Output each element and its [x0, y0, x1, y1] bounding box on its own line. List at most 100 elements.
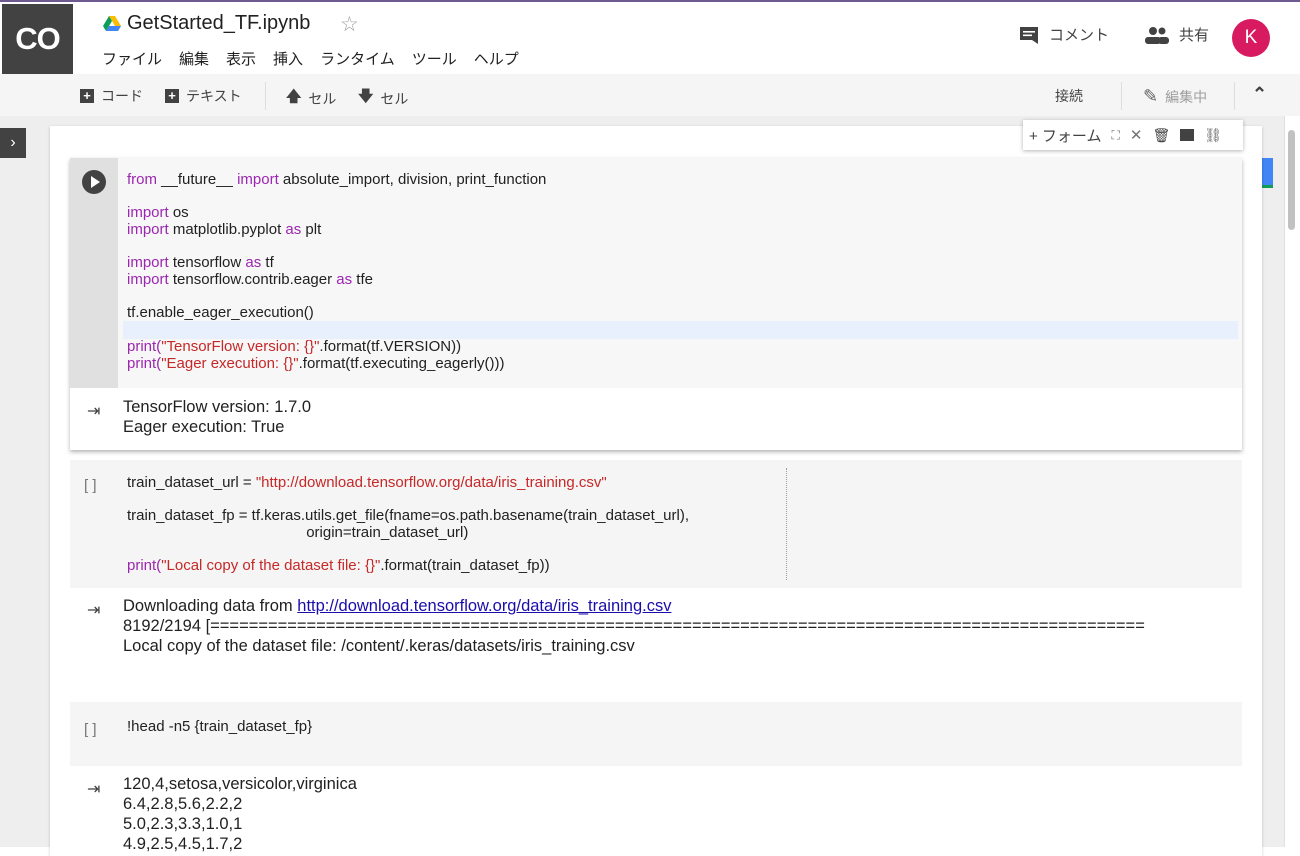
connect-label: 接続: [1055, 88, 1083, 104]
code-string: "Eager execution: {}": [161, 355, 299, 372]
code-line: import os: [127, 204, 189, 221]
dataset-link[interactable]: http://download.tensorflow.org/data/iris…: [297, 597, 671, 615]
toolbar-divider: [1234, 82, 1235, 110]
code-keyword: as: [336, 271, 357, 288]
drive-icon[interactable]: [103, 16, 121, 32]
comment-icon: [1020, 26, 1038, 44]
trash-icon[interactable]: 🗑: [1152, 127, 1170, 144]
people-icon: [1145, 26, 1169, 44]
code-keyword: import: [127, 271, 173, 288]
code-cell-1[interactable]: from __future__ import absolute_import, …: [70, 158, 1242, 450]
code-text: os: [172, 204, 189, 221]
code-line: train_dataset_fp = tf.keras.utils.get_fi…: [127, 507, 689, 524]
notebook-area: › + フォーム ⛶ ✕ 🗑 ⛓ from __future__ import …: [0, 116, 1300, 856]
code-keyword: import: [127, 204, 173, 221]
menu-insert[interactable]: 挿入: [273, 48, 303, 69]
move-cell-up-button[interactable]: 🡅 セル: [286, 86, 336, 111]
pencil-icon: ✎: [1143, 86, 1159, 106]
code-text: tf.enable_eager_execution(): [127, 304, 314, 321]
code-keyword: import: [127, 221, 173, 238]
add-text-label: テキスト: [186, 88, 242, 104]
code-string: "http://download.tensorflow.org/data/iri…: [255, 474, 607, 491]
comment-label: コメント: [1049, 27, 1110, 44]
plus-box-icon: +: [80, 89, 94, 103]
code-string: "TensorFlow version: {}": [161, 338, 320, 355]
menu-tools[interactable]: ツール: [412, 48, 457, 69]
code-line: from __future__ import absolute_import, …: [127, 171, 546, 188]
header: CO GetStarted_TF.ipynb ☆ ファイル 編集 表示 挿入 ラ…: [0, 2, 1300, 74]
code-string: "Local copy of the dataset file: {}": [161, 557, 381, 574]
code-line: import matplotlib.pyplot as plt: [127, 221, 321, 238]
chevron-up-icon[interactable]: ⌃: [1252, 84, 1267, 105]
plus-box-icon: +: [165, 89, 179, 103]
progress-line: 8192/2194 [=============================…: [123, 617, 1145, 635]
code-keyword: as: [285, 221, 306, 238]
run-button[interactable]: [82, 170, 106, 194]
code-keyword: print(: [127, 355, 162, 372]
editing-status[interactable]: ✎ 編集中: [1143, 86, 1207, 107]
code-line: import tensorflow as tf: [127, 254, 274, 271]
cell-output: TensorFlow version: 1.7.0 Eager executio…: [123, 398, 312, 436]
code-text: tensorflow.contrib.eager: [172, 271, 337, 288]
connect-button[interactable]: 接続: [1055, 86, 1083, 106]
scrollbar-thumb[interactable]: [1288, 130, 1295, 230]
code-keyword: import: [127, 254, 173, 271]
toolbar-divider: [1121, 82, 1122, 110]
current-line-highlight: [123, 321, 1238, 339]
code-text: tfe: [356, 271, 373, 288]
code-text: matplotlib.pyplot: [172, 221, 286, 238]
code-cell-3[interactable]: [ ] !head -n5 {train_dataset_fp}: [70, 702, 1242, 766]
menu-bar: ファイル 編集 表示 挿入 ランタイム ツール ヘルプ: [102, 48, 536, 69]
comment-button[interactable]: コメント: [1019, 24, 1109, 45]
code-line: !head -n5 {train_dataset_fp}: [127, 718, 313, 735]
code-keyword: print(: [127, 557, 162, 574]
code-line: train_dataset_url = "http://download.ten…: [127, 474, 607, 491]
code-cell-2[interactable]: [ ] train_dataset_url = "http://download…: [70, 460, 1242, 588]
output-icon: ⇥: [87, 602, 101, 619]
add-text-button[interactable]: + テキスト: [165, 86, 242, 106]
cell-bracket[interactable]: [ ]: [84, 477, 97, 494]
comment-icon[interactable]: [1180, 129, 1195, 141]
code-text: __future__: [161, 171, 238, 188]
cell-2-output: Downloading data from http://download.te…: [123, 596, 1243, 666]
ruler-line: [786, 468, 787, 580]
menu-file[interactable]: ファイル: [102, 48, 162, 69]
code-text: .format(tf.VERSION)): [319, 338, 462, 355]
share-label: 共有: [1179, 27, 1210, 44]
code-line: print("Local copy of the dataset file: {…: [127, 557, 550, 574]
download-line: Downloading data from http://download.te…: [123, 596, 671, 616]
link-icon[interactable]: ⛓: [1204, 127, 1222, 144]
colab-logo[interactable]: CO: [2, 4, 73, 74]
editing-label: 編集中: [1165, 88, 1208, 105]
menu-edit[interactable]: 編集: [179, 48, 209, 69]
add-form-button[interactable]: + フォーム: [1029, 125, 1101, 146]
play-icon: [91, 176, 100, 188]
code-text: tensorflow: [172, 254, 246, 271]
code-text: train_dataset_url =: [127, 474, 256, 491]
code-text: absolute_import, division, print_functio…: [282, 171, 547, 188]
move-cell-down-button[interactable]: 🡇 セル: [358, 86, 408, 111]
code-line: tf.enable_eager_execution(): [127, 304, 314, 321]
cell-toolbar: + フォーム ⛶ ✕ 🗑 ⛓: [1023, 120, 1243, 150]
code-keyword: print(: [127, 338, 162, 355]
close-icon[interactable]: ✕: [1130, 126, 1143, 144]
menu-view[interactable]: 表示: [226, 48, 256, 69]
menu-help[interactable]: ヘルプ: [474, 48, 519, 69]
arrow-up-icon: 🡅: [286, 88, 302, 105]
add-code-button[interactable]: + コード: [80, 86, 143, 106]
share-button[interactable]: 共有: [1145, 24, 1209, 45]
menu-runtime[interactable]: ランタイム: [320, 48, 395, 69]
avatar[interactable]: K: [1232, 19, 1270, 57]
cell-gutter: [70, 158, 118, 388]
code-text: tf: [265, 254, 274, 271]
sidebar-toggle-icon[interactable]: ›: [0, 128, 26, 158]
toolbar: + コード + テキスト 🡅 セル 🡇 セル 接続 ✎ 編集中 ⌃: [0, 74, 1300, 116]
star-icon[interactable]: ☆: [340, 12, 359, 37]
output-icon: ⇥: [87, 403, 101, 420]
expand-icon[interactable]: ⛶: [1111, 128, 1119, 143]
notebook-title[interactable]: GetStarted_TF.ipynb: [127, 12, 310, 35]
code-text: .format(tf.executing_eagerly())): [298, 355, 505, 372]
cell-3-output: 120,4,setosa,versicolor,virginica 6.4,2.…: [123, 775, 357, 853]
cell-bracket[interactable]: [ ]: [84, 721, 97, 738]
output-text: Downloading data from: [123, 597, 298, 615]
